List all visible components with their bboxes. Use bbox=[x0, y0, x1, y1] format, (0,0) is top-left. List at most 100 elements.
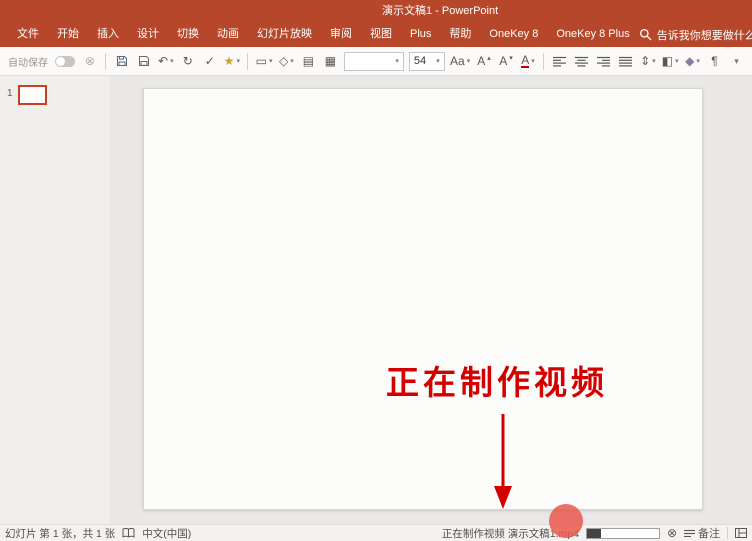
toggle-knob bbox=[56, 57, 65, 66]
rectangle-shape-icon: ▭ bbox=[256, 55, 267, 67]
ribbon-tab-row: 文件 开始 插入 设计 切换 动画 幻灯片放映 审阅 视图 Plus 帮助 On… bbox=[0, 22, 752, 47]
title-bar: 演示文稿1 - PowerPoint bbox=[0, 0, 752, 22]
export-progress-bar bbox=[586, 528, 660, 539]
notes-icon bbox=[684, 529, 695, 538]
font-color-icon: A bbox=[521, 54, 529, 68]
tab-plus[interactable]: Plus bbox=[401, 22, 440, 47]
quick-access-toolbar: 自动保存 ⊗ ↶▾ ↻ ✓ ★▾ ▭▾ ◇▾ ▤ ▦ ▾ 54 ▾ Aa▾ A▴… bbox=[0, 47, 752, 76]
justify-button[interactable] bbox=[615, 50, 636, 72]
autosave-label: 自动保存 bbox=[8, 54, 48, 69]
tab-review[interactable]: 审阅 bbox=[321, 22, 361, 47]
redo-button[interactable]: ↻ bbox=[177, 50, 198, 72]
justify-icon bbox=[619, 56, 632, 67]
tab-slideshow[interactable]: 幻灯片放映 bbox=[248, 22, 321, 47]
align-right-button[interactable] bbox=[593, 50, 614, 72]
powerpoint-window: 演示文稿1 - PowerPoint 文件 开始 插入 设计 切换 动画 幻灯片… bbox=[0, 0, 752, 541]
tab-view[interactable]: 视图 bbox=[361, 22, 401, 47]
chevron-down-icon: ▾ bbox=[531, 58, 535, 65]
click-highlight-circle bbox=[549, 504, 583, 538]
quick-styles-button[interactable]: ◆▾ bbox=[682, 50, 703, 72]
slide-info-label: 幻灯片 第 1 张，共 1 张 bbox=[5, 526, 115, 541]
font-name-combo[interactable]: ▾ bbox=[344, 52, 404, 71]
tab-insert[interactable]: 插入 bbox=[88, 22, 128, 47]
arrow-down-icon: ▾ bbox=[509, 54, 513, 62]
separator bbox=[247, 53, 248, 70]
notes-label: 备注 bbox=[698, 525, 720, 541]
annotation-text: 正在制作视频 bbox=[386, 356, 608, 404]
align-center-icon bbox=[575, 56, 588, 67]
cancel-icon: ⊗ bbox=[667, 526, 677, 540]
undo-icon: ↶ bbox=[158, 55, 168, 67]
separator bbox=[727, 527, 728, 539]
tab-help[interactable]: 帮助 bbox=[440, 22, 480, 47]
align-center-button[interactable] bbox=[571, 50, 592, 72]
chevron-down-icon: ▾ bbox=[652, 58, 656, 65]
annotation-arrow bbox=[478, 408, 528, 518]
slide-thumbnails-pane: 1 bbox=[0, 76, 110, 524]
chevron-down-icon: ▾ bbox=[675, 58, 679, 65]
shrink-font-button[interactable]: A▾ bbox=[495, 50, 516, 72]
tab-design[interactable]: 设计 bbox=[128, 22, 168, 47]
font-color-button[interactable]: A▾ bbox=[517, 50, 538, 72]
status-bar: 幻灯片 第 1 张，共 1 张 中文(中国) 正在制作视频 演示文稿1.mp4 … bbox=[0, 524, 752, 541]
arrow-up-icon: ▴ bbox=[487, 54, 491, 62]
export-progress-fill bbox=[587, 529, 601, 538]
redo-icon: ↻ bbox=[183, 55, 193, 67]
draw-shape-button[interactable]: ▭▾ bbox=[253, 50, 275, 72]
proofing-button[interactable] bbox=[122, 528, 135, 538]
line-spacing-icon: ⇕ bbox=[640, 55, 650, 67]
change-case-button[interactable]: Aa▾ bbox=[448, 50, 473, 72]
grow-font-button[interactable]: A▴ bbox=[473, 50, 494, 72]
slide-number-label: 1 bbox=[7, 88, 13, 99]
new-slide-button[interactable]: ▤ bbox=[298, 50, 319, 72]
normal-view-button[interactable] bbox=[735, 528, 747, 538]
font-size-combo[interactable]: 54 ▾ bbox=[409, 52, 445, 71]
spelling-button[interactable]: ✓ bbox=[199, 50, 220, 72]
chevron-down-icon: ▾ bbox=[269, 58, 273, 65]
tab-home[interactable]: 开始 bbox=[48, 22, 88, 47]
circle-x-icon: ⊗ bbox=[85, 55, 95, 67]
change-case-icon: Aa bbox=[450, 55, 465, 67]
shapes-button[interactable]: ◇▾ bbox=[276, 50, 297, 72]
slide-layout-button[interactable]: ▦ bbox=[320, 50, 341, 72]
notes-button[interactable]: 备注 bbox=[684, 525, 720, 541]
slide-thumbnail[interactable] bbox=[18, 85, 47, 105]
undo-button[interactable]: ↶▾ bbox=[155, 50, 176, 72]
save-as-icon bbox=[138, 55, 150, 67]
language-label[interactable]: 中文(中国) bbox=[142, 526, 191, 541]
tab-file[interactable]: 文件 bbox=[8, 22, 48, 47]
status-bar-right: 正在制作视频 演示文稿1.mp4 ⊗ 备注 bbox=[442, 525, 747, 541]
autosave-toggle[interactable] bbox=[55, 56, 75, 67]
paragraph-button[interactable]: ¶ bbox=[704, 50, 725, 72]
tab-onekey8plus[interactable]: OneKey 8 Plus bbox=[547, 22, 638, 47]
cancel-export-button[interactable]: ⊗ bbox=[667, 526, 677, 540]
separator bbox=[105, 53, 106, 70]
tell-me-search[interactable]: 告诉我你想要做什么 bbox=[639, 27, 752, 43]
search-icon bbox=[639, 28, 652, 41]
line-spacing-button[interactable]: ⇕▾ bbox=[637, 50, 658, 72]
quick-style-button[interactable]: ★▾ bbox=[221, 50, 242, 72]
shrink-font-icon: A bbox=[499, 55, 507, 67]
save-button[interactable] bbox=[111, 50, 132, 72]
save-as-button[interactable] bbox=[133, 50, 154, 72]
autosave-off-button[interactable]: ⊗ bbox=[79, 50, 100, 72]
more-commands-button[interactable]: ▾ bbox=[726, 50, 747, 72]
font-size-value: 54 bbox=[414, 55, 426, 67]
tab-transitions[interactable]: 切换 bbox=[168, 22, 208, 47]
chevron-down-icon: ▾ bbox=[170, 58, 174, 65]
tab-animations[interactable]: 动画 bbox=[208, 22, 248, 47]
star-icon: ★ bbox=[224, 55, 235, 67]
chevron-down-icon: ▾ bbox=[395, 58, 399, 65]
grow-font-icon: A bbox=[477, 55, 485, 67]
shading-button[interactable]: ◧▾ bbox=[659, 50, 681, 72]
more-commands-icon: ▾ bbox=[734, 57, 739, 66]
new-slide-icon: ▤ bbox=[303, 55, 314, 67]
window-title: 演示文稿1 - PowerPoint bbox=[382, 0, 498, 22]
align-left-icon bbox=[553, 56, 566, 67]
slide-canvas[interactable] bbox=[143, 88, 703, 510]
workspace: 1 bbox=[0, 76, 752, 524]
tab-onekey8[interactable]: OneKey 8 bbox=[480, 22, 547, 47]
align-left-button[interactable] bbox=[549, 50, 570, 72]
chevron-down-icon: ▾ bbox=[436, 58, 440, 65]
normal-view-icon bbox=[735, 528, 747, 538]
